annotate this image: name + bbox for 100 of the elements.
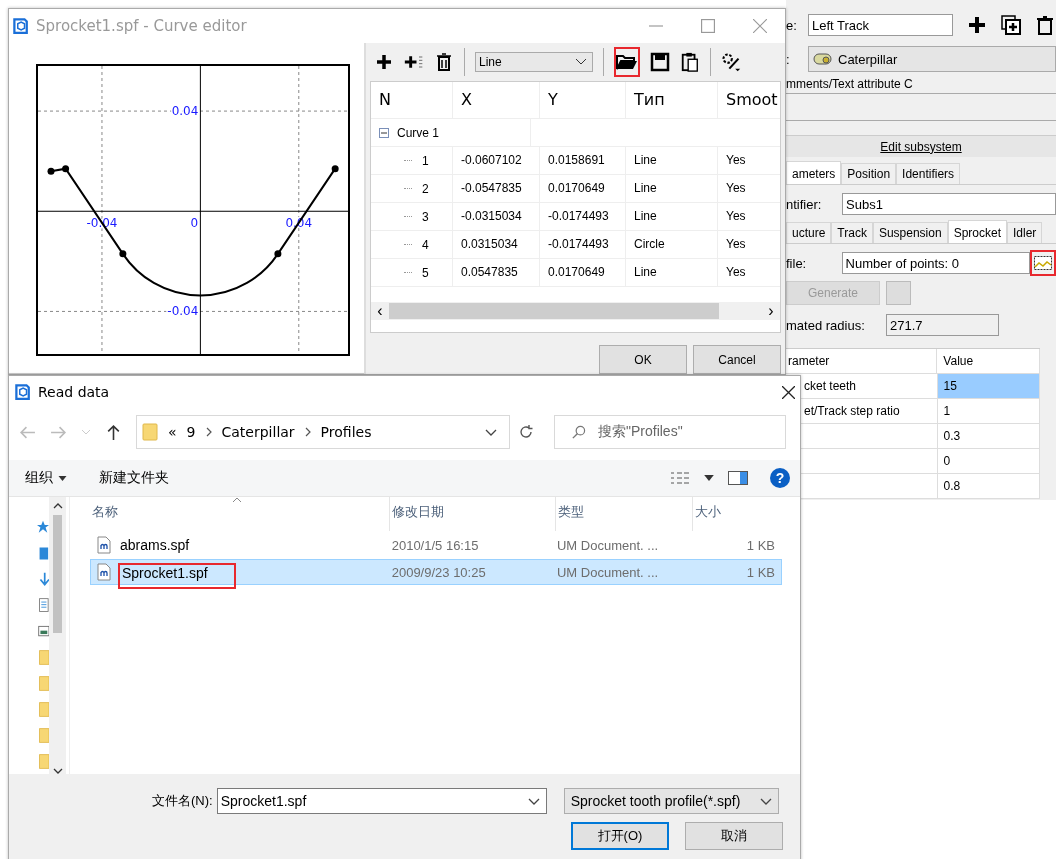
chevron-right-icon (205, 427, 212, 437)
scroll-up-icon[interactable] (52, 503, 63, 509)
ok-button[interactable]: OK (599, 345, 687, 374)
tab[interactable]: ucture (786, 222, 832, 243)
column-header[interactable]: 名称 (90, 497, 390, 531)
column-header[interactable]: 大小 (693, 497, 783, 531)
cancel-button[interactable]: 取消 (685, 822, 783, 850)
clipboard-icon[interactable] (680, 52, 700, 72)
curve-point[interactable] (331, 165, 339, 173)
breadcrumb-item[interactable]: 9 (186, 424, 196, 440)
organize-menu[interactable]: 组织 (15, 465, 77, 491)
tab[interactable]: Sprocket (947, 220, 1007, 243)
overflow-chevrons[interactable]: « (168, 424, 177, 440)
file-type-dropdown[interactable]: Sprocket tooth profile(*.spf) (563, 788, 779, 814)
plus-icon[interactable] (967, 15, 987, 35)
column-header[interactable]: N (371, 82, 453, 118)
identifier-field[interactable]: Subs1 (842, 193, 1056, 215)
column-header[interactable]: 修改日期 (390, 497, 556, 531)
table-cell: 0.0547835 (453, 259, 540, 286)
open-folder-icon[interactable] (614, 47, 640, 77)
column-header[interactable]: 类型 (556, 497, 693, 531)
curve-point[interactable] (62, 165, 70, 173)
dropdown-icon[interactable] (704, 475, 714, 481)
radius-label: mated radius: (786, 317, 866, 333)
up-icon[interactable] (105, 423, 122, 441)
profile-field[interactable]: Number of points: 0 (841, 252, 1031, 274)
profile-label: file: (786, 255, 808, 271)
curve-editor-button[interactable] (1030, 250, 1056, 276)
radius-field: 271.7 (886, 314, 999, 336)
filename-field[interactable]: Sprocket1.spf (216, 788, 547, 814)
collapse-icon[interactable] (379, 127, 389, 138)
document-icon[interactable] (37, 597, 49, 614)
new-folder-button[interactable]: 新建文件夹 (89, 465, 179, 491)
refresh-icon[interactable] (518, 424, 534, 440)
comments-field[interactable] (786, 93, 1056, 121)
maximize-icon[interactable] (701, 19, 715, 33)
tree-node-label[interactable]: Curve 1 (397, 119, 440, 146)
address-bar[interactable]: « 9 Caterpillar Profiles (136, 415, 510, 449)
scrollbar-thumb[interactable] (389, 303, 719, 319)
preview-pane-icon[interactable] (728, 471, 748, 485)
table-cell: et/Track step ratio (804, 404, 900, 418)
file-type: UM Document. ... (555, 537, 660, 553)
desktop-icon[interactable] (37, 545, 49, 562)
search-field[interactable]: 搜索"Profiles" (554, 415, 786, 449)
chevron-down-icon[interactable] (527, 797, 540, 805)
name-field[interactable]: Left Track (808, 14, 953, 36)
scrollbar-thumb[interactable] (53, 515, 62, 633)
save-icon[interactable] (650, 52, 670, 72)
table-cell-text: Yes (725, 180, 747, 197)
filename-label: 文件名(N): (152, 792, 213, 810)
curve-point[interactable] (119, 250, 127, 258)
scroll-down-icon[interactable] (52, 768, 63, 774)
plus-icon[interactable] (374, 52, 394, 72)
table-cell: 0.0315034 (453, 231, 540, 258)
cancel-button[interactable]: Cancel (693, 345, 781, 374)
table-cell[interactable]: 0.8 (936, 474, 1040, 498)
table-cell[interactable]: 1 (936, 399, 1040, 423)
tab[interactable]: Position (841, 163, 897, 184)
chevron-down-icon[interactable] (485, 428, 497, 436)
column-header[interactable]: X (453, 82, 540, 118)
trash-icon[interactable] (1035, 15, 1055, 35)
curve-point[interactable] (274, 250, 282, 258)
curve-point[interactable] (47, 167, 55, 175)
table-cell-text: Yes (725, 264, 747, 281)
column-header[interactable]: Тип (626, 82, 718, 118)
close-icon[interactable] (782, 385, 795, 399)
gear-wand-icon[interactable] (721, 52, 741, 72)
download-icon[interactable] (37, 571, 49, 588)
tab[interactable]: Suspension (872, 222, 948, 243)
file-date: 2010/1/5 16:15 (390, 537, 480, 553)
scroll-right-arrow[interactable]: › (762, 302, 780, 320)
breadcrumb-item[interactable]: Caterpillar (221, 424, 295, 440)
breadcrumb-item[interactable]: Profiles (320, 424, 372, 440)
column-header[interactable]: Value (936, 349, 1040, 373)
trash-icon[interactable] (434, 52, 454, 72)
add-copy-icon[interactable] (1001, 15, 1021, 35)
table-cell: Line (626, 147, 718, 174)
column-header[interactable]: Y (540, 82, 626, 118)
tab[interactable]: Idler (1007, 222, 1043, 243)
table-cell[interactable]: 15 (936, 374, 1040, 398)
tab[interactable]: Track (831, 222, 873, 243)
segment-type-dropdown[interactable]: Line (475, 52, 593, 72)
y-tick-label: 0.04 (171, 104, 199, 119)
file-row[interactable]: abrams.spf 2010/1/5 16:15 UM Document. ... 1 KB (90, 532, 782, 558)
help-button[interactable]: ? (770, 468, 790, 488)
chevron-down-icon (576, 59, 586, 65)
table-cell[interactable]: 0 (936, 449, 1040, 473)
tab[interactable]: ameters (786, 161, 842, 184)
vertical-scrollbar[interactable] (49, 497, 66, 774)
edit-subsystem-button[interactable]: Edit subsystem (786, 135, 1056, 157)
open-button[interactable]: 打开(O) (571, 822, 669, 850)
table-cell[interactable]: 0.3 (936, 424, 1040, 448)
x-tick-label: 0 (190, 216, 199, 231)
chart-icon (1034, 256, 1053, 270)
type-combobox[interactable]: Caterpillar (808, 46, 1056, 72)
scroll-left-arrow[interactable]: ‹ (371, 302, 389, 320)
column-header[interactable]: Smoot (718, 82, 780, 118)
tab[interactable]: Identifiers (896, 163, 961, 184)
app-icon (13, 383, 31, 401)
horizontal-scrollbar[interactable]: ‹ › (371, 302, 780, 320)
